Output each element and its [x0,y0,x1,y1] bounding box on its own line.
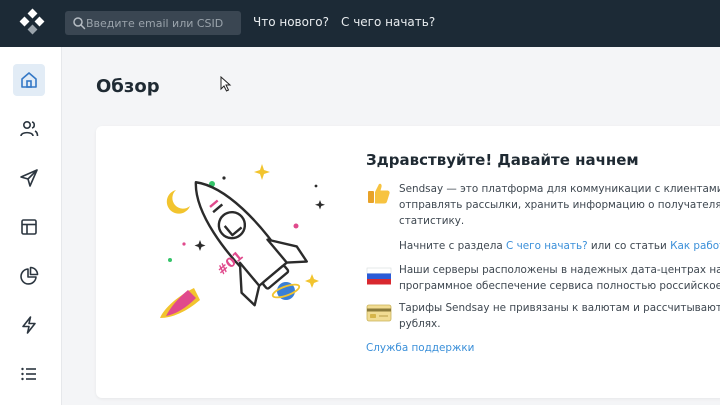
home-icon [21,72,37,88]
lightning-icon [22,316,36,334]
start-middle: или со статьи [587,240,671,252]
start-prefix: Начните с раздела [399,240,507,252]
rocket-illustration: #01 [160,164,325,318]
how-it-works-link[interactable]: Как работает [670,240,720,252]
sidebar-item-lists[interactable] [13,358,45,390]
page-title: Обзор [96,76,160,97]
nav-getting-started[interactable]: С чего начать? [341,15,435,29]
credit-card-icon [366,304,392,322]
search-box[interactable] [65,11,241,35]
search-icon [73,17,86,30]
intro-text-line-1: Sendsay — это платформа для коммуникации… [399,183,720,195]
send-icon [20,169,38,187]
servers-text-line-2: программное обеспечение сервиса полность… [399,280,720,292]
layout-icon [21,219,37,235]
nav-whats-new[interactable]: Что нового? [253,15,329,29]
sidebar-item-automation[interactable] [13,309,45,341]
thumbs-up-icon [368,183,390,204]
welcome-card: #01 Здравствуйте! Давайте начнем Sendsay… [96,126,720,398]
users-icon [20,120,39,137]
support-link[interactable]: Служба поддержки [366,342,474,354]
getting-started-link[interactable]: С чего начать? [506,240,588,252]
top-bar: Что нового? С чего начать? [0,0,720,47]
pie-chart-icon [20,266,39,285]
start-text: Начните с раздела С чего начать? или со … [399,239,720,254]
sidebar-item-home[interactable] [13,64,45,96]
sendsay-logo-icon[interactable] [18,8,46,36]
search-input[interactable] [86,11,236,35]
list-icon [21,367,36,381]
sidebar-item-campaigns[interactable] [13,162,45,194]
tariffs-text-line-1: Тарифы Sendsay не привязаны к валютам и … [399,302,720,314]
servers-text-line-1: Наши серверы расположены в надежных дата… [399,264,720,276]
sidebar [0,47,62,405]
sidebar-item-statistics[interactable] [13,260,45,292]
mouse-cursor-icon [220,76,232,92]
welcome-title: Здравствуйте! Давайте начнем [366,151,639,169]
russia-flag-icon [366,267,392,285]
tariffs-text-line-2: рублях. [399,318,441,330]
sidebar-item-users[interactable] [13,113,45,145]
sidebar-item-templates[interactable] [13,211,45,243]
intro-text-line-2: отправлять рассылки, хранить информацию … [399,199,720,211]
intro-text-line-3: статистику. [399,215,465,227]
